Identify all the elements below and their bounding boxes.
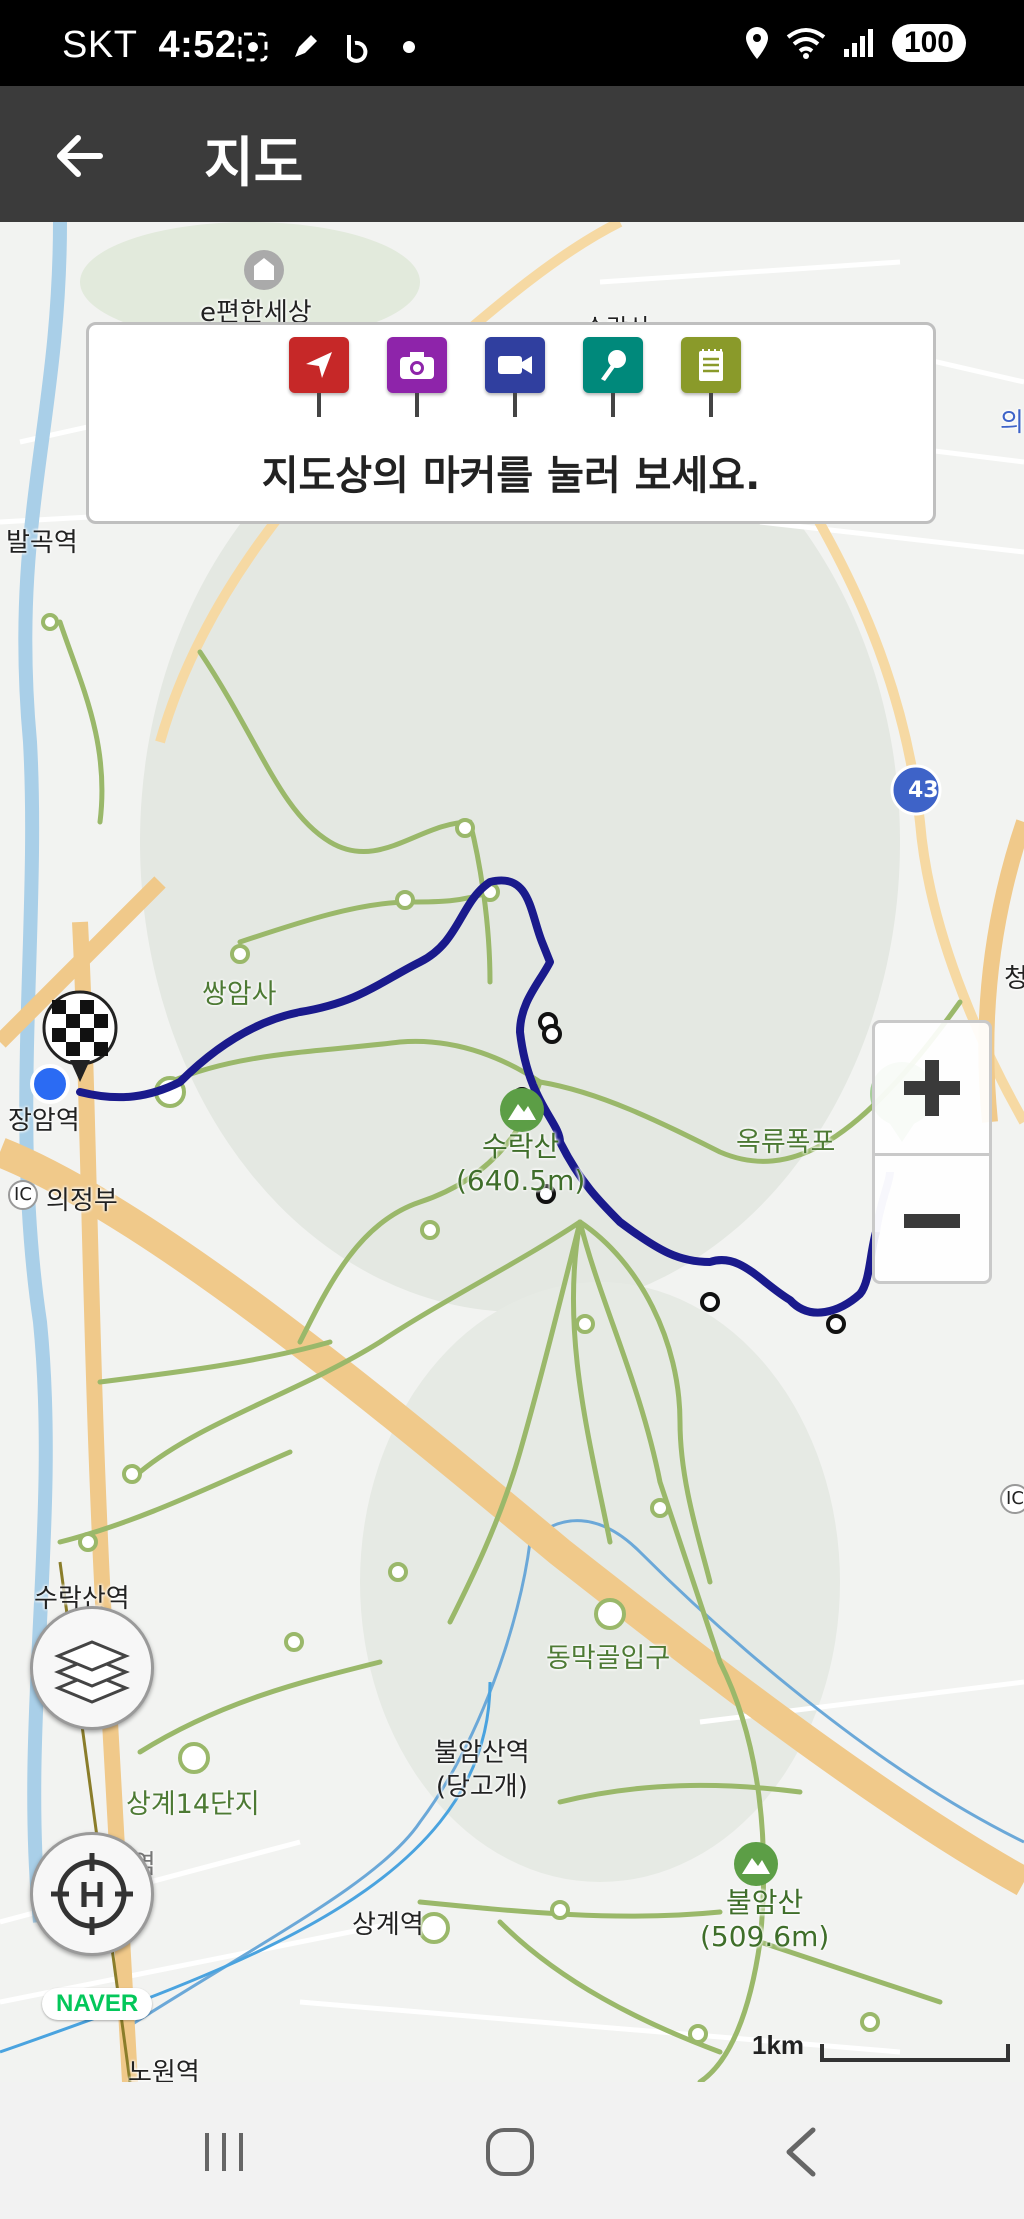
naver-logo: NAVER [42, 1988, 153, 2020]
station-name: 불암산역 [434, 1738, 530, 1768]
mountain-peak-icon [500, 1088, 544, 1132]
back-chevron-icon [786, 2127, 816, 2177]
place-label[interactable]: 의정부 [46, 1180, 118, 1217]
peak-height: (640.5m) [456, 1164, 586, 1197]
plus-icon [904, 1060, 960, 1116]
poi-label[interactable]: 옥류폭포 [736, 1120, 835, 1159]
memo-marker[interactable] [681, 337, 741, 419]
edge-label: 의 [1000, 408, 1024, 438]
legend-markers [289, 337, 741, 419]
home-nav-button[interactable] [480, 2122, 540, 2182]
recent-apps-icon [205, 2133, 243, 2171]
b-app-icon [340, 30, 374, 64]
station-label[interactable]: 발곡역 [6, 522, 78, 559]
signal-icon [843, 29, 873, 57]
peak-name: 불암산 [726, 1886, 804, 1919]
zoom-in-button[interactable] [875, 1023, 989, 1153]
arrow-left-icon [57, 135, 103, 177]
building-icon [244, 250, 284, 290]
minus-icon [904, 1214, 960, 1228]
back-nav-button[interactable] [772, 2122, 832, 2182]
scale-label: 1km [752, 2030, 805, 2060]
app-bar: 지도 [0, 86, 1024, 222]
zoom-out-button[interactable] [875, 1153, 989, 1286]
layers-button[interactable] [30, 1606, 154, 1730]
system-nav-bar [0, 2082, 1024, 2219]
home-circle-icon [486, 2128, 534, 2176]
poi-label[interactable]: 쌍암사 [202, 972, 277, 1011]
audio-marker[interactable] [583, 337, 643, 419]
screenshot-icon [236, 30, 270, 64]
battery-indicator: 100 [891, 24, 966, 62]
route-43-label: 43 [908, 778, 939, 803]
camera-icon [387, 337, 447, 393]
status-bar: SKT 4:52 100 [0, 0, 1024, 86]
scale-bar [820, 2044, 1010, 2062]
location-icon [745, 27, 768, 59]
notepad-icon [681, 337, 741, 393]
wifi-icon [786, 28, 826, 59]
pen-icon [288, 30, 322, 64]
page-title: 지도 [204, 131, 304, 194]
navigation-arrow-icon [289, 337, 349, 393]
back-button[interactable] [50, 126, 110, 186]
layers-icon [54, 1640, 130, 1704]
edge-label-2: 청 [1004, 964, 1024, 994]
peak-name: 수락산 [482, 1130, 560, 1163]
legend-message: 지도상의 마커를 눌러 보세요. [261, 453, 761, 499]
status-right: 100 [744, 24, 966, 62]
station-label[interactable]: 장암역 [8, 1100, 80, 1137]
marker-legend: 지도상의 마커를 눌러 보세요. [86, 322, 936, 524]
clock: 4:52 [158, 24, 237, 66]
station-label[interactable]: 노원역 [128, 2052, 200, 2082]
station-label[interactable]: 불암산역 (당고개) [434, 1736, 530, 1804]
svg-text:H: H [79, 1874, 105, 1915]
peak-height: (509.6m) [700, 1920, 830, 1953]
peak-label[interactable]: 불암산 (509.6m) [700, 1886, 829, 1954]
video-marker[interactable] [485, 337, 545, 419]
home-crosshair-icon: H [51, 1853, 133, 1935]
microphone-icon [583, 337, 643, 393]
home-recenter-button[interactable]: H [30, 1832, 154, 1956]
peak-label[interactable]: 수락산 (640.5m) [456, 1130, 585, 1198]
status-icons [236, 30, 426, 64]
status-left: SKT 4:52 [62, 24, 237, 67]
station-subname: (당고개) [435, 1772, 528, 1802]
map-view[interactable]: e편한세상 수락산 발곡역 의 43 청 쌍암사 장암역 IC 의정부 수락산 … [0, 222, 1024, 2082]
carrier-label: SKT [62, 24, 138, 66]
video-camera-icon [485, 337, 545, 393]
ic-badge: IC [8, 1180, 38, 1210]
current-location-dot [30, 1064, 70, 1104]
direction-marker[interactable] [289, 337, 349, 419]
recent-apps-button[interactable] [194, 2122, 254, 2182]
mountain-peak-icon-2 [734, 1842, 778, 1886]
poi-label[interactable]: 상계14단지 [126, 1782, 260, 1821]
zoom-control [872, 1020, 992, 1284]
ic-badge-edge: IC [1000, 1484, 1024, 1514]
dot-icon [392, 30, 426, 64]
poi-label[interactable]: 동막골입구 [546, 1636, 670, 1675]
station-label[interactable]: 상계역 [352, 1904, 424, 1941]
photo-marker[interactable] [387, 337, 447, 419]
